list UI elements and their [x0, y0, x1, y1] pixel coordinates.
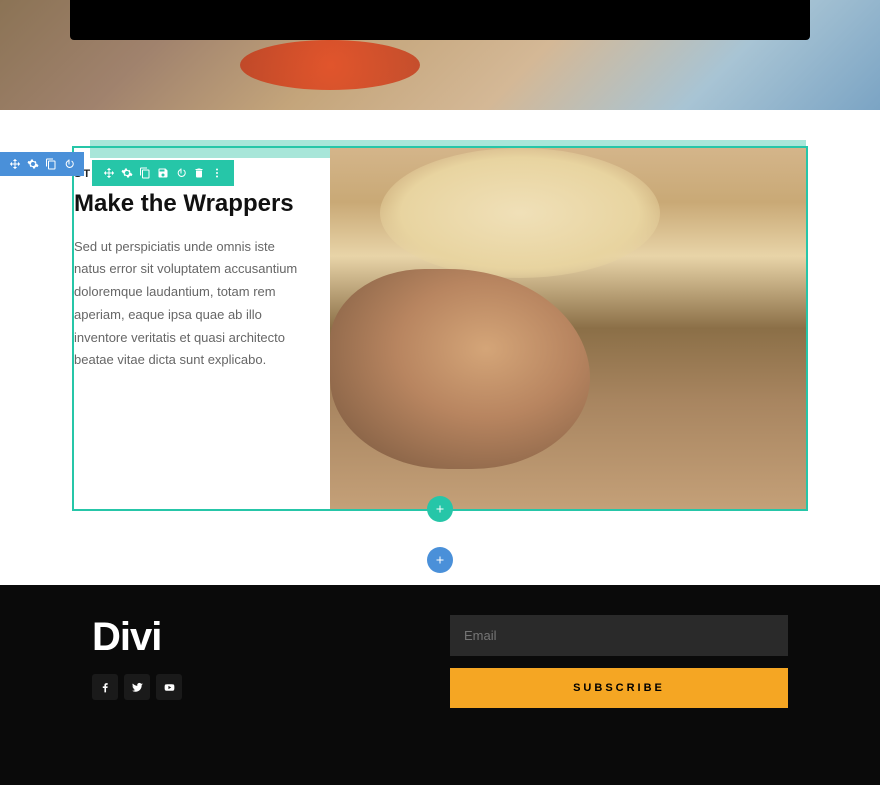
save-icon[interactable] — [154, 164, 172, 182]
twitter-icon[interactable] — [124, 674, 150, 700]
section-toolbar — [92, 160, 234, 186]
trash-icon[interactable] — [190, 164, 208, 182]
text-column: STEP-01 Make the Wrappers Sed ut perspic… — [74, 148, 330, 509]
add-row-button[interactable] — [427, 547, 453, 573]
footer: Divi SUBSCRIBE — [0, 585, 880, 785]
power-icon[interactable] — [60, 155, 78, 173]
gear-icon[interactable] — [24, 155, 42, 173]
hero-image — [0, 0, 880, 110]
section-wrapper: STEP-01 Make the Wrappers Sed ut perspic… — [0, 146, 880, 541]
subscribe-button[interactable]: SUBSCRIBE — [450, 668, 788, 708]
more-icon[interactable] — [208, 164, 226, 182]
gear-icon[interactable] — [118, 164, 136, 182]
duplicate-icon[interactable] — [136, 164, 154, 182]
facebook-icon[interactable] — [92, 674, 118, 700]
content-section[interactable]: STEP-01 Make the Wrappers Sed ut perspic… — [72, 146, 808, 511]
row-toolbar — [0, 152, 84, 176]
move-icon[interactable] — [6, 155, 24, 173]
step-title: Make the Wrappers — [74, 190, 306, 218]
footer-logo: Divi — [92, 615, 182, 660]
add-row-wrapper — [0, 541, 880, 585]
youtube-icon[interactable] — [156, 674, 182, 700]
email-field[interactable] — [450, 615, 788, 656]
add-section-button[interactable] — [427, 496, 453, 522]
footer-left: Divi — [92, 615, 182, 700]
footer-right: SUBSCRIBE — [450, 615, 788, 708]
move-icon[interactable] — [100, 164, 118, 182]
power-icon[interactable] — [172, 164, 190, 182]
social-row — [92, 674, 182, 700]
step-image — [330, 148, 806, 509]
step-body: Sed ut perspiciatis unde omnis iste natu… — [74, 236, 306, 373]
duplicate-icon[interactable] — [42, 155, 60, 173]
